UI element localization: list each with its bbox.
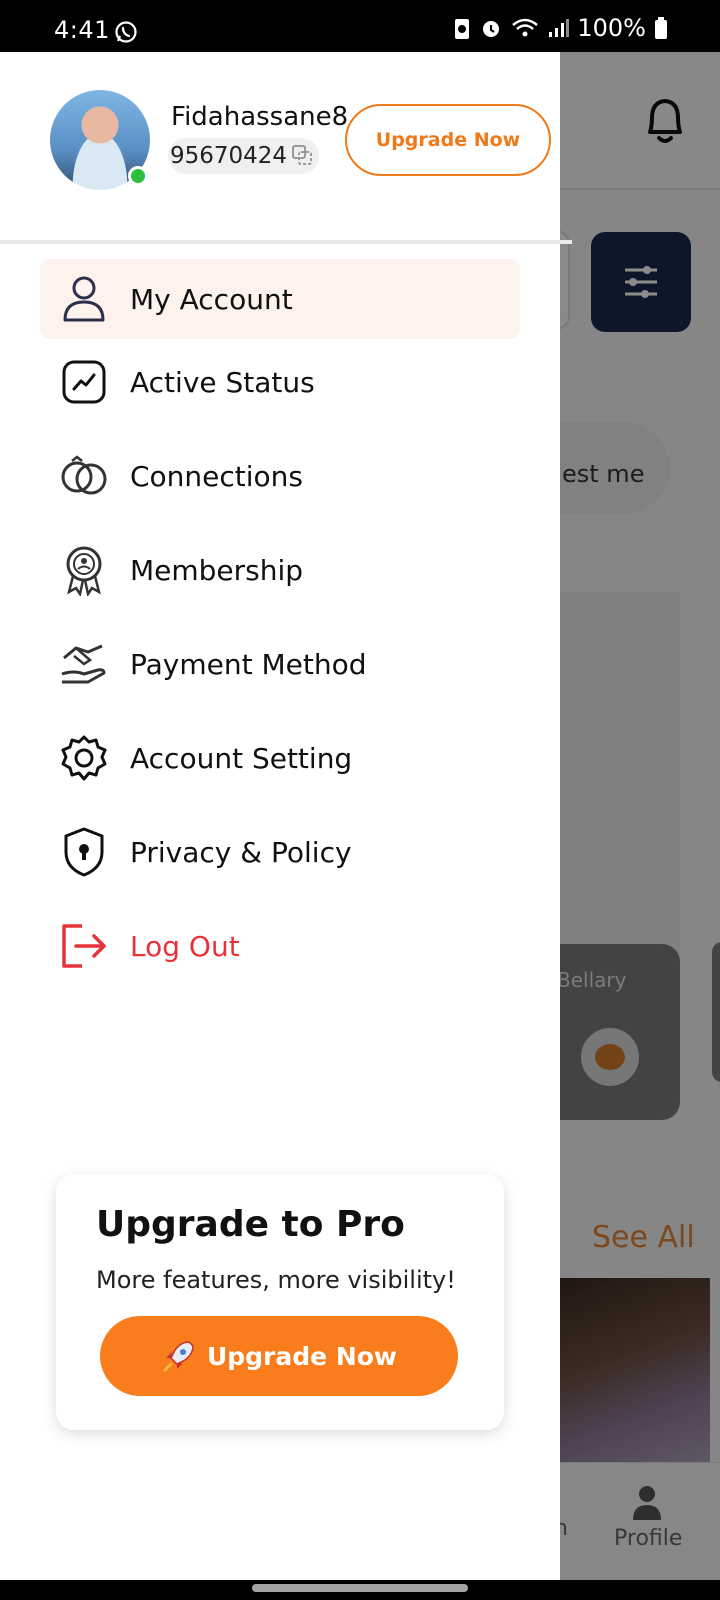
activity-icon [58, 356, 110, 408]
copy-icon[interactable] [291, 144, 313, 166]
home-gesture-handle[interactable] [252, 1584, 468, 1592]
promo-title: Upgrade to Pro [96, 1204, 405, 1245]
menu-item-connections[interactable]: Connections [40, 436, 520, 516]
menu-item-payment-method[interactable]: Payment Method [40, 624, 520, 704]
menu-label: Connections [130, 459, 304, 493]
menu-item-my-account[interactable]: My Account [40, 259, 520, 339]
menu-label: Privacy & Policy [130, 835, 352, 869]
status-bar: 4:41 100% [0, 0, 720, 52]
signal-icon [549, 19, 570, 37]
wifi-icon [512, 18, 539, 37]
status-icons: 100% [453, 14, 668, 42]
menu-item-account-setting[interactable]: Account Setting [40, 718, 520, 798]
user-id-pill: 95670424 [168, 138, 320, 174]
alarm-icon [483, 21, 500, 37]
online-status-dot [128, 166, 148, 186]
battery-icon [655, 17, 667, 39]
handshake-icon [58, 638, 110, 690]
menu-label: Membership [130, 553, 304, 587]
menu-item-membership[interactable]: Membership [40, 530, 520, 610]
navigation-drawer: Fidahassane8 95670424 Upgrade Now My Acc… [0, 52, 572, 1580]
rocket-icon [163, 1341, 194, 1372]
battery-saver-icon [455, 19, 470, 39]
upgrade-now-button[interactable]: Upgrade Now [345, 104, 551, 176]
logout-icon [58, 920, 110, 972]
user-icon [58, 273, 110, 325]
rings-icon [58, 450, 110, 502]
upgrade-promo-card: Upgrade to Pro More features, more visib… [56, 1174, 504, 1430]
menu-label: Account Setting [130, 741, 353, 775]
menu-label: Active Status [130, 365, 315, 399]
gear-icon [58, 732, 110, 784]
menu-item-active-status[interactable]: Active Status [40, 342, 520, 422]
user-id: 95670424 [170, 143, 288, 169]
menu-item-log-out[interactable]: Log Out [40, 906, 520, 986]
user-name: Fidahassane8 [171, 102, 349, 132]
menu-label: Payment Method [130, 647, 367, 681]
menu-label: My Account [130, 282, 293, 316]
promo-button-label: Upgrade Now [206, 1341, 398, 1371]
menu-label: Log Out [130, 929, 240, 963]
badge-icon [58, 544, 110, 596]
promo-subtitle: More features, more visibility! [96, 1266, 456, 1294]
menu-item-privacy-policy[interactable]: Privacy & Policy [40, 812, 520, 892]
promo-upgrade-button[interactable]: Upgrade Now [100, 1316, 458, 1396]
whatsapp-icon [115, 21, 137, 43]
drawer-divider [0, 240, 572, 244]
battery-percent: 100% [577, 14, 646, 42]
status-time: 4:41 [54, 16, 110, 44]
shield-lock-icon [58, 826, 110, 878]
